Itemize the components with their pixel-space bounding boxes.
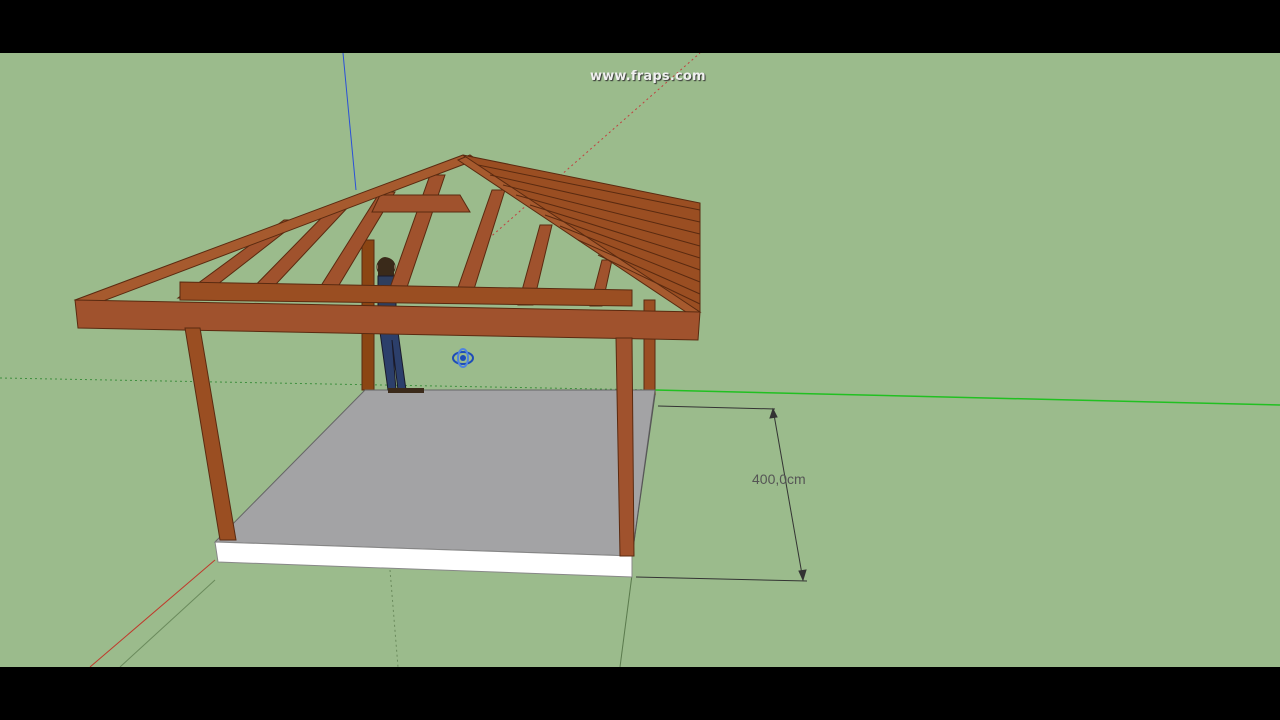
letterbox-top <box>0 0 1280 53</box>
fraps-watermark: www.fraps.com <box>590 69 706 84</box>
letterbox-bottom <box>0 667 1280 720</box>
model-viewport[interactable]: www.fraps.com 400,0cm <box>0 53 1280 667</box>
orbit-icon[interactable] <box>452 348 474 368</box>
red-axis <box>89 559 216 667</box>
scene-canvas[interactable] <box>0 53 1280 667</box>
dimension-label: 400,0cm <box>752 471 806 487</box>
guide-line-3 <box>619 574 633 667</box>
top-plate <box>179 281 633 307</box>
post-front-left <box>184 327 237 541</box>
green-axis-dotted <box>0 377 656 391</box>
guide-line <box>119 579 216 667</box>
floor-slab[interactable] <box>213 389 656 557</box>
green-axis <box>654 389 1280 406</box>
blue-axis <box>342 53 357 191</box>
dimension-lines <box>635 405 808 582</box>
guide-line-2 <box>389 569 399 667</box>
